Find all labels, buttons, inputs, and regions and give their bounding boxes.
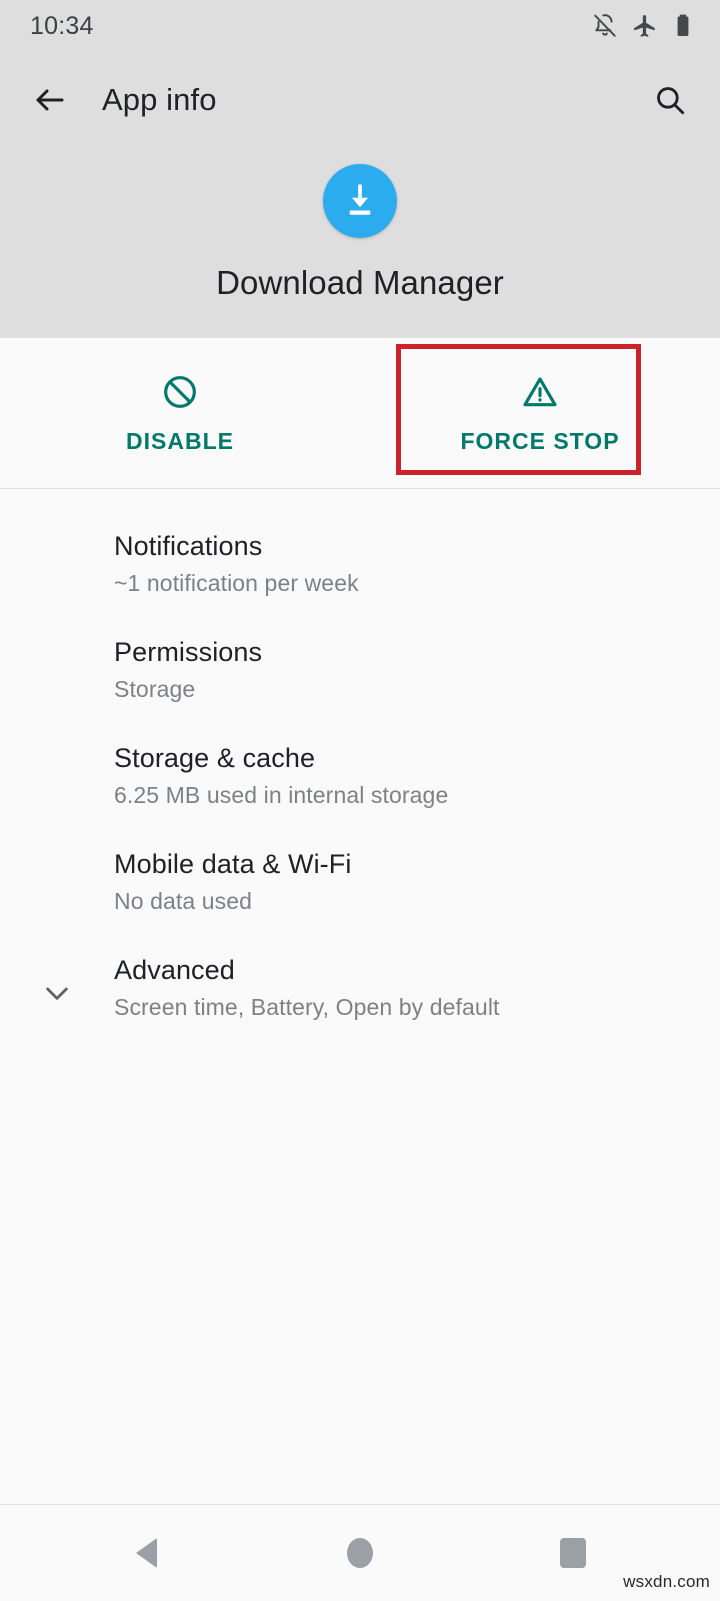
list-item-title: Advanced (114, 955, 235, 985)
list-item-subtitle: No data used (114, 888, 253, 914)
list-item[interactable]: Mobile data & Wi-Fi No data used (0, 829, 720, 935)
search-icon[interactable] (646, 76, 694, 124)
app-actions-row: DISABLE FORCE STOP (0, 338, 720, 489)
watermark-label: wsxdn.com (623, 1572, 710, 1591)
back-triangle-icon (136, 1537, 158, 1568)
recents-square-icon (560, 1537, 587, 1568)
status-bar-clock: 10:34 (30, 11, 94, 40)
list-item-text: Advanced Screen time, Battery, Open by d… (114, 955, 500, 1021)
page-title: App info (102, 82, 217, 117)
list-item[interactable]: Notifications ~1 notification per week (0, 511, 720, 617)
app-name-label: Download Manager (216, 264, 504, 301)
system-navigation-bar (0, 1504, 720, 1600)
list-item-title: Storage & cache (114, 743, 316, 773)
list-item-title: Mobile data & Wi-Fi (114, 849, 352, 879)
list-item-text: Mobile data & Wi-Fi No data used (114, 849, 351, 915)
row-leading-slot (0, 743, 114, 765)
battery-icon (672, 13, 694, 39)
airplane-mode-icon (632, 13, 658, 39)
back-nav-button[interactable] (99, 1505, 195, 1601)
row-leading-slot (0, 637, 114, 659)
force-stop-button[interactable]: FORCE STOP (360, 338, 720, 488)
back-arrow-icon[interactable] (26, 76, 74, 124)
status-bar: 10:34 (0, 0, 720, 52)
chevron-down-icon[interactable] (0, 955, 114, 1009)
list-item-subtitle: Storage (114, 676, 196, 702)
status-bar-icons (592, 13, 694, 39)
header-section: 10:34 App info Download Manager (0, 0, 720, 338)
list-item-subtitle: 6.25 MB used in internal storage (114, 782, 449, 808)
list-item-title: Permissions (114, 637, 263, 667)
list-item-text: Notifications ~1 notification per week (114, 531, 359, 597)
app-settings-list: Notifications ~1 notification per week P… (0, 489, 720, 1504)
row-leading-slot (0, 849, 114, 871)
warning-triangle-icon (520, 372, 560, 412)
force-stop-button-label: FORCE STOP (460, 427, 620, 454)
list-item[interactable]: Permissions Storage (0, 617, 720, 723)
recents-nav-button[interactable] (525, 1505, 621, 1601)
list-item-subtitle: Screen time, Battery, Open by default (114, 994, 500, 1020)
disable-button[interactable]: DISABLE (0, 338, 360, 488)
toolbar: App info (0, 52, 720, 148)
home-circle-icon (346, 1537, 373, 1568)
notifications-off-icon (592, 13, 618, 39)
list-item-text: Storage & cache 6.25 MB used in internal… (114, 743, 448, 809)
list-item-advanced[interactable]: Advanced Screen time, Battery, Open by d… (0, 935, 720, 1041)
list-item[interactable]: Storage & cache 6.25 MB used in internal… (0, 723, 720, 829)
list-item-subtitle: ~1 notification per week (114, 570, 359, 596)
row-leading-slot (0, 531, 114, 553)
download-manager-icon (323, 164, 397, 238)
block-icon (160, 372, 200, 412)
list-item-title: Notifications (114, 531, 263, 561)
disable-button-label: DISABLE (126, 427, 234, 454)
app-identity: Download Manager (0, 148, 720, 302)
home-nav-button[interactable] (312, 1505, 408, 1601)
app-info-screen: 10:34 App info Download Manager DISABLE … (0, 0, 720, 1600)
list-item-text: Permissions Storage (114, 637, 262, 703)
